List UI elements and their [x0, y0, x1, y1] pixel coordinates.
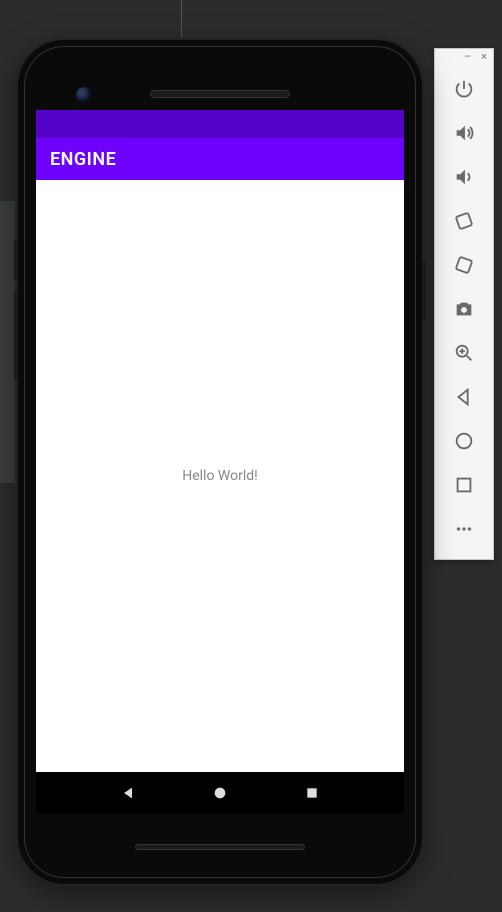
device-power-key — [422, 260, 426, 320]
emulator-toolbar: – × — [434, 48, 494, 560]
ide-ruler — [181, 0, 182, 40]
toolbar-window-controls: – × — [435, 49, 493, 67]
volume-up-button[interactable] — [442, 111, 486, 155]
rotate-right-icon — [453, 254, 475, 276]
volume-down-button[interactable] — [442, 155, 486, 199]
emulator-overview-button[interactable] — [442, 463, 486, 507]
rotate-left-icon — [453, 210, 475, 232]
device-screen: ENGINE Hello World! — [36, 110, 404, 814]
more-button[interactable] — [442, 507, 486, 551]
emulator-back-button[interactable] — [442, 375, 486, 419]
nav-recent-icon — [305, 786, 319, 800]
rotate-left-button[interactable] — [442, 199, 486, 243]
device-vol-up-key — [14, 240, 18, 280]
front-camera — [76, 87, 92, 103]
bottom-speaker — [135, 844, 305, 850]
ide-left-panel — [0, 201, 15, 483]
zoom-button[interactable] — [442, 331, 486, 375]
device-frame: ENGINE Hello World! — [18, 40, 422, 884]
minimize-button[interactable]: – — [464, 52, 471, 67]
nav-back-button[interactable] — [119, 784, 137, 802]
system-nav-bar — [36, 772, 404, 814]
volume-down-icon — [453, 166, 475, 188]
zoom-icon — [453, 342, 475, 364]
emulator-home-button[interactable] — [442, 419, 486, 463]
nav-back-icon — [120, 785, 136, 801]
status-bar — [36, 110, 404, 138]
nav-recent-button[interactable] — [303, 784, 321, 802]
app-title: ENGINE — [50, 149, 116, 170]
nav-home-button[interactable] — [211, 784, 229, 802]
volume-up-icon — [453, 122, 475, 144]
camera-icon — [453, 298, 475, 320]
rotate-right-button[interactable] — [442, 243, 486, 287]
hello-text: Hello World! — [182, 468, 258, 484]
earpiece-speaker — [150, 90, 290, 98]
app-content: Hello World! — [36, 180, 404, 772]
screenshot-button[interactable] — [442, 287, 486, 331]
power-icon — [453, 78, 475, 100]
more-icon — [453, 518, 475, 540]
nav-home-icon — [212, 785, 228, 801]
device-vol-down-key — [14, 290, 18, 380]
overview-icon — [453, 474, 475, 496]
close-button[interactable]: × — [481, 52, 487, 67]
back-icon — [453, 386, 475, 408]
power-button[interactable] — [442, 67, 486, 111]
home-icon — [453, 430, 475, 452]
app-bar: ENGINE — [36, 138, 404, 180]
